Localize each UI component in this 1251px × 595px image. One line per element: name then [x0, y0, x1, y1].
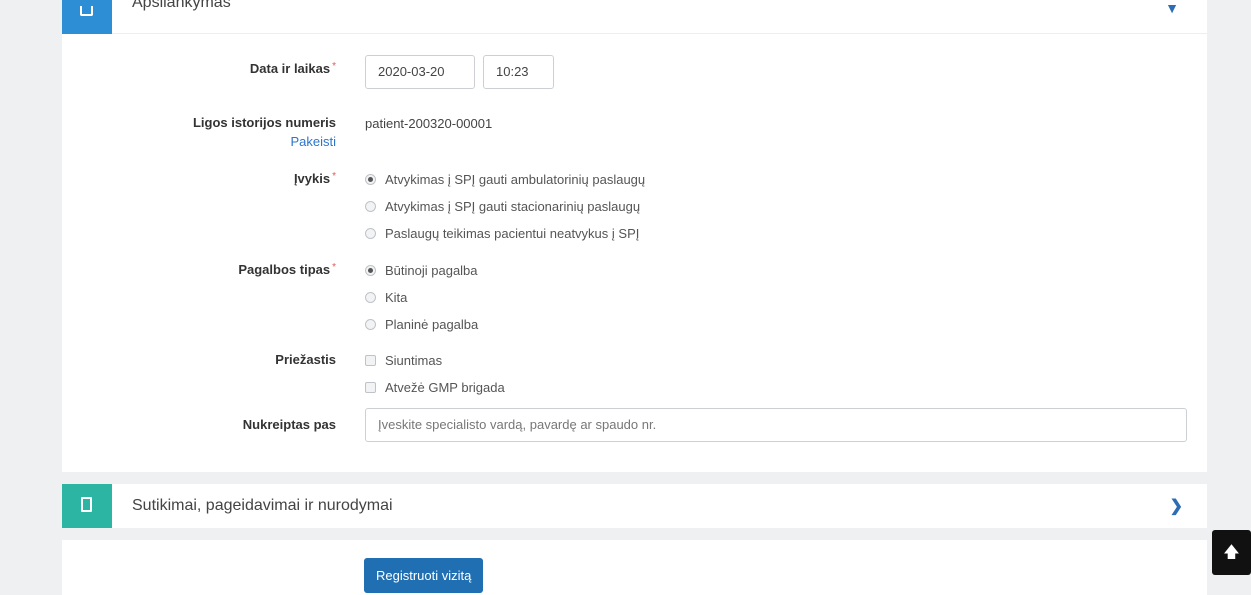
chevron-down-icon[interactable]: ▼: [1165, 0, 1179, 16]
reason-option-ambulance[interactable]: Atvežė GMP brigada: [365, 379, 505, 397]
datetime-label: Data ir laikas *: [249, 61, 336, 76]
radio-unselected: [365, 292, 376, 303]
consents-section-title: Sutikimai, pageidavimai ir nurodymai: [132, 497, 393, 514]
consents-section-badge: [62, 484, 112, 528]
reason-label: Priežastis: [275, 352, 336, 367]
history-number-value: patient-200320-00001: [365, 116, 493, 131]
help-type-option-emergency[interactable]: Būtinoji pagalba: [365, 262, 478, 280]
document-icon: [81, 497, 92, 512]
scroll-to-top-button[interactable]: 🡅: [1212, 530, 1251, 575]
radio-selected: [365, 174, 376, 185]
time-input[interactable]: 10:23: [483, 55, 554, 89]
history-number-label: Ligos istorijos numeris: [192, 115, 336, 130]
change-history-link[interactable]: Pakeisti: [62, 134, 336, 149]
date-input[interactable]: 2020-03-20: [365, 55, 475, 89]
radio-unselected: [365, 201, 376, 212]
box-icon: [80, 6, 93, 16]
radio-selected: [365, 265, 376, 276]
consents-panel-header[interactable]: Sutikimai, pageidavimai ir nurodymai ❯: [62, 484, 1207, 528]
help-type-option-other[interactable]: Kita: [365, 289, 407, 307]
required-marker: *: [332, 171, 336, 182]
radio-unselected: [365, 319, 376, 330]
required-marker: *: [332, 61, 336, 72]
event-label: Įvykis *: [293, 171, 336, 186]
reason-option-referral[interactable]: Siuntimas: [365, 352, 442, 370]
actions-panel: Registruoti vizitą: [62, 540, 1207, 595]
event-option-remote[interactable]: Paslaugų teikimas pacientui neatvykus į …: [365, 225, 639, 243]
help-type-option-planned[interactable]: Planinė pagalba: [365, 316, 478, 334]
visit-section-title: Apsilankymas: [132, 0, 231, 11]
referred-to-input[interactable]: Įveskite specialisto vardą, pavardę ar s…: [365, 408, 1187, 442]
event-option-ambulatory[interactable]: Atvykimas į SPĮ gauti ambulatorinių pasl…: [365, 171, 645, 189]
chevron-right-icon[interactable]: ❯: [1170, 496, 1183, 516]
register-visit-button[interactable]: Registruoti vizitą: [364, 558, 484, 593]
visit-section-badge: [62, 0, 112, 34]
arrow-up-icon: 🡅: [1223, 544, 1240, 561]
required-marker: *: [332, 262, 336, 273]
checkbox-unchecked: [365, 355, 376, 366]
visit-panel-header[interactable]: Apsilankymas ▼: [62, 0, 1207, 34]
checkbox-unchecked: [365, 382, 376, 393]
referred-to-label: Nukreiptas pas: [242, 417, 336, 432]
visit-panel: Apsilankymas ▼ Data ir laikas * 2020-03-2…: [62, 0, 1207, 472]
radio-unselected: [365, 228, 376, 239]
event-option-inpatient[interactable]: Atvykimas į SPĮ gauti stacionarinių pasl…: [365, 198, 640, 216]
help-type-label: Pagalbos tipas *: [238, 262, 336, 277]
